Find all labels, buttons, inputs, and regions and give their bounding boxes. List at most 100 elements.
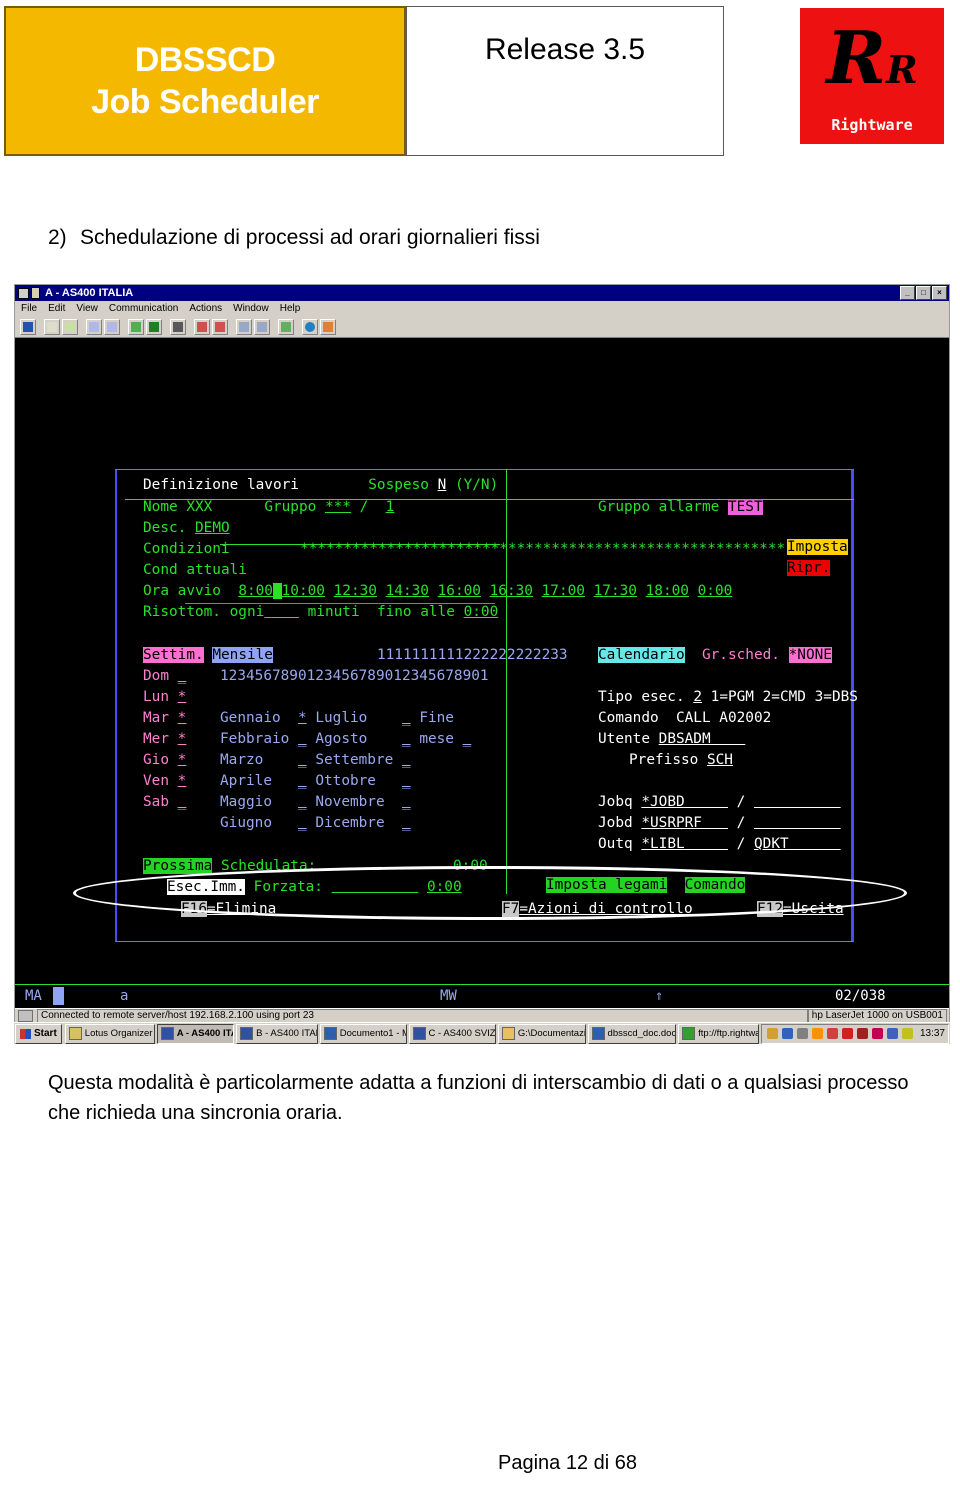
system-tray[interactable]: 13:37 xyxy=(760,1023,949,1044)
tab-calendario[interactable]: Calendario xyxy=(598,647,685,663)
month-input-ottobre[interactable]: _ xyxy=(402,773,411,789)
edit-icon[interactable] xyxy=(320,318,336,335)
f16-key[interactable]: F16 xyxy=(181,901,207,917)
tab-settimanale[interactable]: Settim. xyxy=(143,647,204,663)
forzata-value[interactable]: 0:00 xyxy=(427,879,462,895)
task-button-a-as400-italia[interactable]: A - AS400 ITA... xyxy=(156,1023,235,1044)
task-button-lotus-organizer[interactable]: Lotus Organizer - ... xyxy=(64,1023,155,1044)
imposta-legami-button[interactable]: Imposta legami xyxy=(546,877,668,893)
menu-edit[interactable]: Edit xyxy=(48,303,65,314)
f12-key[interactable]: F12 xyxy=(757,901,783,917)
speaker-icon[interactable] xyxy=(766,1028,778,1039)
imposta-button[interactable]: Imposta xyxy=(787,539,848,555)
menu-window[interactable]: Window xyxy=(233,303,269,314)
desc-input[interactable]: DEMO xyxy=(195,520,230,536)
f7-label[interactable]: =Azioni di controllo xyxy=(519,901,692,917)
gruppo-allarme-input[interactable]: TEST xyxy=(727,499,763,515)
month-input-luglio[interactable]: _ xyxy=(402,710,411,726)
month-input-novembre[interactable]: _ xyxy=(402,794,411,810)
ora-avvio-7[interactable]: 17:00 xyxy=(542,583,585,599)
ora-avvio-2[interactable]: 10:00 xyxy=(282,583,325,599)
f16-row[interactable]: F16=Elimina xyxy=(181,899,276,920)
month-input-aprile[interactable]: _ xyxy=(298,773,307,789)
task-button-dbsscd-doc[interactable]: dbsscd_doc.doc -... xyxy=(587,1023,677,1044)
playback-icon[interactable] xyxy=(146,318,162,335)
tabs-row[interactable]: Settim. Mensile 1111111111222222222233 xyxy=(143,645,568,666)
macro-icon[interactable] xyxy=(254,318,270,335)
menu-communication[interactable]: Communication xyxy=(109,303,178,314)
risottom-input[interactable] xyxy=(264,604,299,620)
forzata-input[interactable] xyxy=(332,879,419,895)
receive-file-icon[interactable] xyxy=(104,318,120,335)
task-button-documentazione-folder[interactable]: G:\Documentazio... xyxy=(497,1023,586,1044)
update-icon[interactable] xyxy=(886,1028,898,1039)
menu-file[interactable]: File xyxy=(21,303,37,314)
task-button-ftp-rightware[interactable]: ftp://ftp.rightwar... xyxy=(678,1023,759,1044)
display-icon[interactable] xyxy=(20,318,36,335)
f12-label[interactable]: =Uscita xyxy=(783,901,844,917)
windows-taskbar[interactable]: Start Lotus Organizer - ... A - AS400 IT… xyxy=(14,1022,950,1044)
jobq-input[interactable]: *JOBD xyxy=(641,794,684,810)
new-session-icon[interactable] xyxy=(278,318,294,335)
menu-view[interactable]: View xyxy=(76,303,98,314)
tipo-esec-input[interactable]: 2 xyxy=(693,689,702,705)
task-button-c-as400-svizzera[interactable]: C - AS400 SVIZZ... xyxy=(408,1023,496,1044)
task-button-b-as400-italia[interactable]: B - AS400 ITALIA xyxy=(236,1023,318,1044)
rtf-icon[interactable] xyxy=(856,1028,868,1039)
minimize-button[interactable]: _ xyxy=(900,286,915,300)
jobq-lib-input[interactable] xyxy=(754,794,841,810)
day-input-dom[interactable]: _ xyxy=(178,668,187,684)
copy-icon[interactable] xyxy=(44,318,60,335)
task-button-documento1[interactable]: Documento1 - Mi... xyxy=(319,1023,407,1044)
ripr-button-row[interactable]: Ripr. xyxy=(787,558,831,579)
mail-icon[interactable] xyxy=(871,1028,883,1039)
window-controls[interactable]: _ □ × xyxy=(900,286,947,300)
month-input-febbraio[interactable]: _ xyxy=(298,731,307,747)
window-toolbar[interactable] xyxy=(15,316,949,338)
month-input-marzo[interactable]: _ xyxy=(298,752,307,768)
month-input-settembre[interactable]: _ xyxy=(402,752,411,768)
ora-avvio-4[interactable]: 14:30 xyxy=(386,583,429,599)
ora-avvio-6[interactable]: 16:30 xyxy=(490,583,533,599)
ora-avvio-1[interactable]: 8:00 xyxy=(238,583,273,599)
sospeso-input[interactable]: N xyxy=(438,477,447,493)
comando-value[interactable]: CALL A02002 xyxy=(676,710,771,726)
ora-avvio-10[interactable]: 0:00 xyxy=(698,583,733,599)
month-input-maggio[interactable]: _ xyxy=(298,794,307,810)
day-input-sab[interactable]: _ xyxy=(178,794,187,810)
ripr-button[interactable]: Ripr. xyxy=(787,560,831,576)
ora-avvio-9[interactable]: 18:00 xyxy=(646,583,689,599)
close-button[interactable]: × xyxy=(932,286,947,300)
ora-avvio-5[interactable]: 16:00 xyxy=(438,583,481,599)
gruppo-input[interactable]: *** xyxy=(325,499,351,515)
printer-setup-icon[interactable] xyxy=(194,318,210,335)
f7-key[interactable]: F7 xyxy=(502,901,520,917)
taskbar-clock[interactable]: 13:37 xyxy=(920,1028,945,1039)
start-button[interactable]: Start xyxy=(15,1023,62,1044)
pen-icon[interactable] xyxy=(901,1028,913,1039)
day-input-mer[interactable]: * xyxy=(178,731,187,747)
keypad-icon[interactable] xyxy=(236,318,252,335)
pdf-icon[interactable] xyxy=(841,1028,853,1039)
print-icon[interactable] xyxy=(170,318,186,335)
month-input-gennaio[interactable]: * xyxy=(298,710,307,726)
maximize-button[interactable]: □ xyxy=(916,286,931,300)
window-titlebar[interactable]: A - AS400 ITALIA _ □ × xyxy=(15,285,949,301)
calendario-row[interactable]: Calendario Gr.sched. *NONE xyxy=(598,645,832,666)
record-icon[interactable] xyxy=(128,318,144,335)
outq-input[interactable]: *LIBL xyxy=(641,836,684,852)
global-icon[interactable] xyxy=(302,318,318,335)
imposta-button-row[interactable]: Imposta xyxy=(787,537,848,558)
tab-prossima[interactable]: Prossima xyxy=(143,858,213,874)
tab-mensile[interactable]: Mensile xyxy=(212,647,273,663)
utente-input[interactable]: DBSADM xyxy=(659,731,711,747)
tab-esec-imm[interactable]: Esec.Imm. xyxy=(167,879,245,895)
gruppo-num-input[interactable]: 1 xyxy=(386,499,395,515)
send-file-icon[interactable] xyxy=(86,318,102,335)
clock-icon[interactable] xyxy=(796,1028,808,1039)
window-menubar[interactable]: File Edit View Communication Actions Win… xyxy=(15,301,949,316)
jobd-lib-input[interactable] xyxy=(754,815,841,831)
month-input-agosto[interactable]: _ xyxy=(402,731,411,747)
action-buttons-row[interactable]: Imposta legami Comando xyxy=(546,875,746,896)
f7-row[interactable]: F7=Azioni di controllo xyxy=(502,899,693,920)
